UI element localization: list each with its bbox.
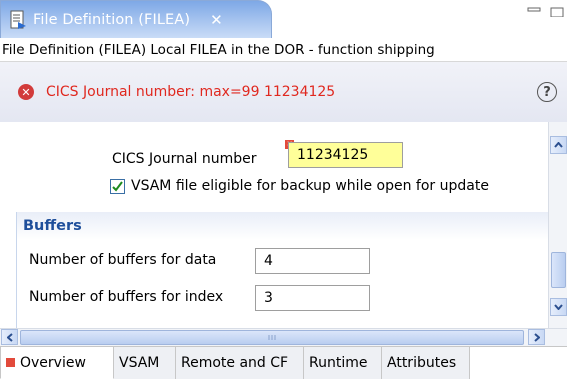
error-message: CICS Journal number: max=99 11234125: [46, 84, 336, 100]
error-icon: ✕: [18, 84, 34, 100]
journal-label: CICS Journal number: [112, 151, 257, 167]
tab-vsam-label: VSAM: [119, 355, 160, 371]
vertical-scroll-thumb[interactable]: [551, 252, 566, 288]
chevron-right-icon: [533, 332, 540, 342]
journal-row: CICS Journal number: [112, 148, 257, 170]
buffers-index-row: Number of buffers for index: [29, 289, 223, 305]
error-icon: [6, 358, 15, 367]
tab-remote-and-cf-label: Remote and CF: [181, 355, 289, 371]
buffers-index-field[interactable]: [255, 285, 370, 311]
help-icon[interactable]: ?: [537, 82, 557, 102]
maximize-icon[interactable]: [550, 6, 564, 18]
horizontal-scroll-thumb[interactable]: [20, 330, 524, 345]
tab-runtime[interactable]: Runtime: [304, 347, 382, 379]
tab-title: File Definition (FILEA): [33, 11, 191, 28]
buffers-section: Buffers Number of buffers for data Numbe…: [16, 212, 548, 328]
grip-icon: [268, 335, 276, 340]
buffers-heading: Buffers: [17, 212, 548, 240]
journal-number-field[interactable]: [288, 142, 403, 168]
scroll-right-button[interactable]: [528, 329, 545, 345]
checkmark-icon: [112, 180, 123, 192]
tab-attributes[interactable]: Attributes: [382, 347, 470, 379]
document-icon: [9, 10, 27, 30]
error-banner: ✕ CICS Journal number: max=99 11234125 ?: [0, 62, 567, 122]
vsam-backup-label: VSAM file eligible for backup while open…: [131, 178, 489, 194]
scroll-left-button[interactable]: [1, 329, 18, 345]
scroll-down-button[interactable]: [550, 298, 567, 316]
buffers-data-label: Number of buffers for data: [29, 252, 217, 268]
vsam-backup-checkbox[interactable]: [110, 178, 125, 194]
minimize-icon[interactable]: [527, 6, 541, 16]
tab-overview-label: Overview: [20, 354, 86, 371]
tab-remote-and-cf[interactable]: Remote and CF: [176, 347, 304, 379]
scroll-up-button[interactable]: [550, 136, 567, 154]
vertical-scrollbar[interactable]: [548, 122, 567, 328]
buffers-data-row: Number of buffers for data: [29, 252, 216, 268]
horizontal-scrollbar[interactable]: [0, 328, 567, 346]
buffers-index-label: Number of buffers for index: [29, 289, 224, 305]
tab-overview[interactable]: Overview: [0, 347, 114, 379]
page-tabs: Overview VSAM Remote and CF Runtime Attr…: [0, 346, 567, 381]
form-area: CICS Journal number ✕ VSAM file eligible…: [0, 122, 548, 328]
buffers-data-field[interactable]: [255, 248, 370, 274]
chevron-up-icon: [554, 142, 563, 148]
editor-tab-strip: File Definition (FILEA) ✕: [0, 0, 567, 38]
tab-file-definition[interactable]: File Definition (FILEA) ✕: [0, 0, 272, 38]
tab-attributes-label: Attributes: [387, 355, 457, 371]
chevron-left-icon: [6, 332, 13, 342]
vsam-backup-row[interactable]: VSAM file eligible for backup while open…: [110, 178, 489, 194]
tab-vsam[interactable]: VSAM: [114, 347, 176, 379]
chevron-down-icon: [554, 304, 563, 310]
editor-header: File Definition (FILEA) Local FILEA in t…: [0, 38, 567, 62]
close-icon[interactable]: ✕: [210, 11, 223, 29]
tab-runtime-label: Runtime: [309, 355, 368, 371]
editor-header-text: File Definition (FILEA) Local FILEA in t…: [2, 41, 435, 58]
